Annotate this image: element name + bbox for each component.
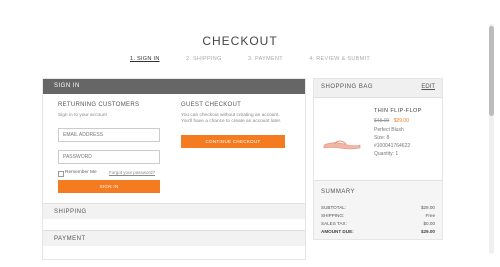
returning-customers-title: RETURNING CUSTOMERS [58, 102, 140, 108]
remember-me-checkbox[interactable] [58, 171, 64, 177]
sign-in-body: RETURNING CUSTOMERS Sign in to your acco… [43, 94, 305, 202]
payment-section[interactable]: PAYMENT [43, 230, 305, 246]
summary-title: SUMMARY [321, 189, 356, 195]
product-sku: #100041764622 [374, 143, 411, 149]
step-review-submit[interactable]: 4. REVIEW & SUBMIT [309, 56, 370, 62]
summary-row-shipping: SHIPPING: Free [321, 213, 435, 218]
product-name[interactable]: THIN FLIP-FLOP [374, 108, 422, 114]
checkout-main-panel: SIGN IN RETURNING CUSTOMERS Sign in to y… [42, 78, 306, 260]
summary-label: SALES TAX: [321, 221, 347, 226]
sign-in-header: SIGN IN [43, 79, 305, 94]
summary-row-subtotal: SUBTOTAL: $29.00 [321, 205, 435, 210]
summary-value: $29.00 [420, 229, 435, 234]
returning-customers-subtitle: Sign in to your account [58, 113, 107, 118]
scrollbar-thumb[interactable] [489, 26, 494, 116]
flip-flop-image [323, 140, 361, 150]
summary-label: SHIPPING: [321, 213, 345, 218]
step-sign-in[interactable]: 1. SIGN IN [130, 56, 160, 62]
summary-label: AMOUNT DUE: [321, 229, 354, 234]
step-shipping[interactable]: 2. SHIPPING [186, 56, 222, 62]
summary-value: $0.00 [423, 221, 436, 226]
forgot-password-link[interactable]: Forgot your password? [109, 170, 155, 175]
summary-header: SUMMARY [314, 181, 442, 201]
shopping-bag-title: SHOPPING BAG [321, 84, 374, 90]
guest-checkout-description: You can checkout without creating an acc… [181, 113, 282, 124]
shopping-bag-header: SHOPPING BAG EDIT [314, 79, 442, 98]
sign-in-button[interactable]: SIGN IN [58, 180, 160, 193]
edit-bag-link[interactable]: EDIT [421, 84, 435, 90]
summary-value: Free [425, 213, 435, 218]
original-price: $48.00 [374, 118, 390, 124]
product-color: Perfect Blush [374, 127, 404, 133]
order-sidebar: SHOPPING BAG EDIT THIN FLIP-FLOP $48.00 … [313, 78, 443, 240]
product-size: Size: 8 [374, 135, 390, 141]
page-scrollbar[interactable] [489, 24, 494, 254]
product-price: $48.00 $29.00 [374, 118, 409, 124]
email-field[interactable]: EMAIL ADDRESS [58, 128, 160, 142]
sale-price: $29.00 [393, 118, 409, 124]
summary-label: SUBTOTAL: [321, 205, 347, 210]
checkout-steps: 1. SIGN IN 2. SHIPPING 3. PAYMENT 4. REV… [130, 56, 370, 62]
bag-item: THIN FLIP-FLOP $48.00 $29.00 Perfect Blu… [314, 98, 442, 181]
guest-checkout-title: GUEST CHECKOUT [181, 102, 242, 108]
page-title: CHECKOUT [202, 34, 278, 48]
product-quantity: Quantity: 1 [374, 151, 399, 157]
shipping-section[interactable]: SHIPPING [43, 203, 305, 219]
continue-checkout-button[interactable]: CONTINUE CHECKOUT [181, 135, 285, 148]
password-field[interactable]: PASSWORD [58, 150, 160, 164]
step-payment[interactable]: 3. PAYMENT [248, 56, 283, 62]
summary-row-amount-due: AMOUNT DUE: $29.00 [321, 229, 435, 234]
summary-row-sales-tax: SALES TAX: $0.00 [321, 221, 435, 226]
remember-me-label: Remember Me [65, 170, 97, 175]
summary-value: $29.00 [420, 205, 435, 210]
